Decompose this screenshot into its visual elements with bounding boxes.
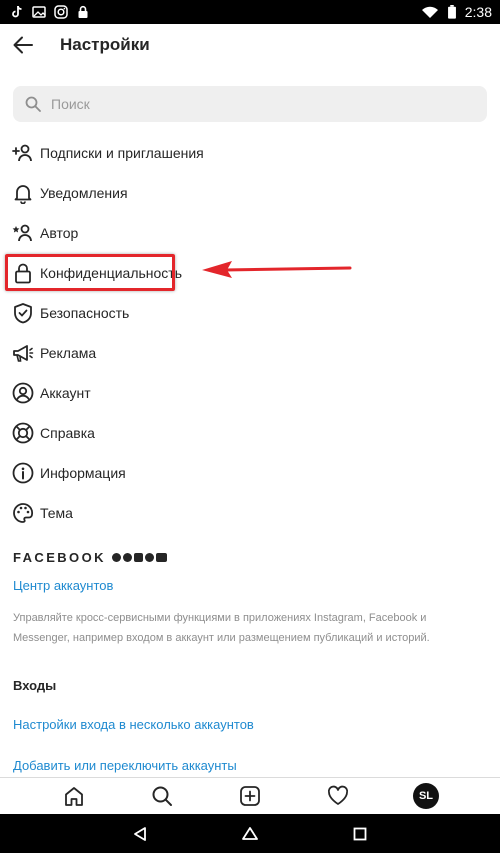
messenger-logo-icon xyxy=(122,553,132,562)
status-bar: 2:38 xyxy=(0,0,500,24)
search-input[interactable] xyxy=(51,96,451,112)
search-icon xyxy=(152,786,172,806)
nav-profile-button[interactable]: SL xyxy=(406,780,446,812)
account-icon xyxy=(12,382,34,404)
wifi-icon xyxy=(421,6,438,19)
menu-item-label: Уведомления xyxy=(40,185,128,201)
multi-account-login-link[interactable]: Настройки входа в несколько аккаунтов xyxy=(13,717,254,732)
menu-item-ads[interactable]: Реклама xyxy=(0,333,500,373)
menu-item-label: Безопасность xyxy=(40,305,130,321)
home-icon xyxy=(65,787,83,806)
logins-section-title: Входы xyxy=(13,678,57,693)
menu-item-label: Автор xyxy=(40,225,79,241)
system-back-button[interactable] xyxy=(125,819,155,849)
menu-item-label: Информация xyxy=(40,465,126,481)
bottom-nav: SL xyxy=(0,777,500,814)
profile-avatar: SL xyxy=(413,783,439,809)
star-person-icon xyxy=(12,222,34,244)
menu-item-creator[interactable]: Автор xyxy=(0,213,500,253)
whatsapp-logo-icon xyxy=(144,553,154,562)
settings-menu: Подписки и приглашения Уведомления Автор… xyxy=(0,133,500,533)
system-nav-bar xyxy=(0,814,500,853)
facebook-section-header: FACEBOOK xyxy=(13,550,167,565)
page-title: Настройки xyxy=(60,35,150,54)
add-switch-account-link[interactable]: Добавить или переключить аккаунты xyxy=(13,758,237,773)
lock-icon xyxy=(78,5,88,18)
menu-item-account[interactable]: Аккаунт xyxy=(0,373,500,413)
search-bar[interactable] xyxy=(13,86,487,122)
home-triangle-icon xyxy=(242,826,258,840)
nav-activity-button[interactable] xyxy=(318,780,358,812)
menu-item-label: Тема xyxy=(40,505,73,521)
menu-item-label: Справка xyxy=(40,425,95,441)
instagram-logo-icon xyxy=(133,553,143,562)
heart-icon xyxy=(327,785,349,805)
menu-item-notifications[interactable]: Уведомления xyxy=(0,173,500,213)
menu-item-about[interactable]: Информация xyxy=(0,453,500,493)
recents-square-icon xyxy=(353,827,367,840)
menu-item-label: Конфиденциальность xyxy=(40,265,183,281)
add-person-icon xyxy=(12,142,34,164)
menu-item-label: Подписки и приглашения xyxy=(40,145,204,161)
menu-item-label: Аккаунт xyxy=(40,385,91,401)
nav-home-button[interactable] xyxy=(54,780,94,812)
arrow-left-icon xyxy=(13,36,33,54)
portal-logo-icon xyxy=(155,553,167,562)
menu-item-theme[interactable]: Тема xyxy=(0,493,500,533)
system-recents-button[interactable] xyxy=(345,819,375,849)
facebook-logo-icon xyxy=(111,553,121,562)
image-icon xyxy=(32,6,46,18)
menu-item-label: Реклама xyxy=(40,345,97,361)
status-time: 2:38 xyxy=(464,4,492,20)
search-icon xyxy=(25,96,41,112)
back-button[interactable] xyxy=(0,24,46,66)
status-left-icons xyxy=(10,5,90,19)
lifebuoy-icon xyxy=(12,422,34,444)
bell-icon xyxy=(12,182,34,204)
menu-item-follow-invite[interactable]: Подписки и приглашения xyxy=(0,133,500,173)
back-triangle-icon xyxy=(134,826,146,841)
system-home-button[interactable] xyxy=(235,819,265,849)
menu-item-security[interactable]: Безопасность xyxy=(0,293,500,333)
nav-search-button[interactable] xyxy=(142,780,182,812)
battery-icon xyxy=(447,5,456,19)
tiktok-icon xyxy=(12,5,22,18)
shield-icon xyxy=(12,302,34,324)
instagram-icon xyxy=(54,5,68,19)
megaphone-icon xyxy=(12,342,34,364)
accounts-center-description: Управляйте кросс-сервисными функциями в … xyxy=(13,612,430,644)
menu-item-help[interactable]: Справка xyxy=(0,413,500,453)
info-icon xyxy=(12,462,34,484)
facebook-brand-label: FACEBOOK xyxy=(13,550,106,565)
new-post-icon xyxy=(240,786,260,806)
status-right-icons: 2:38 xyxy=(421,4,492,20)
menu-item-privacy[interactable]: Конфиденциальность xyxy=(0,253,500,293)
meta-apps-logos xyxy=(111,553,167,562)
accounts-center-link[interactable]: Центр аккаунтов xyxy=(13,578,113,593)
app-header: Настройки xyxy=(0,24,500,66)
nav-new-post-button[interactable] xyxy=(230,780,270,812)
palette-icon xyxy=(12,502,34,524)
lock-icon xyxy=(12,262,34,284)
